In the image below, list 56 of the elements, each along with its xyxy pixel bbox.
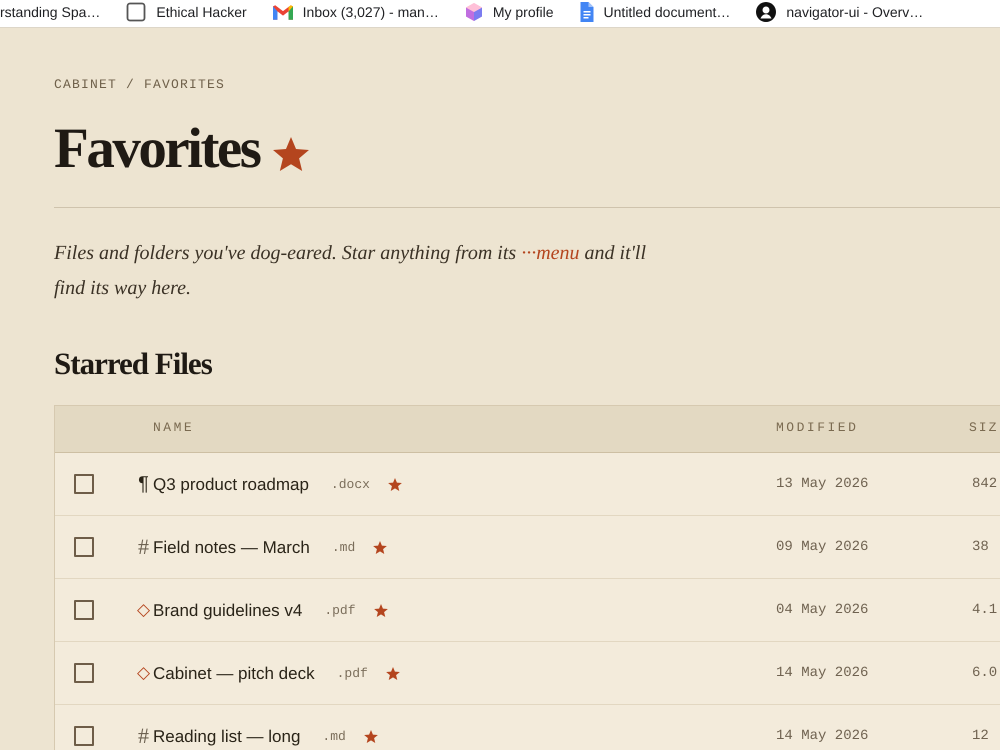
modified-date: 13 May 2026	[776, 477, 870, 491]
breadcrumb-link[interactable]: CABINET	[54, 78, 118, 91]
menu-link[interactable]: ···menu	[521, 242, 580, 264]
file-name[interactable]: Reading list — long	[153, 728, 300, 744]
cube-icon[interactable]	[464, 3, 483, 21]
file-size: 4.1	[972, 603, 998, 617]
star-icon[interactable]	[374, 604, 388, 616]
star-icon[interactable]	[386, 666, 400, 680]
square-icon[interactable]	[126, 2, 146, 22]
file-extension: .pdf	[324, 604, 356, 616]
star-icon[interactable]	[388, 478, 402, 490]
file-type-icon: ◇	[136, 602, 150, 618]
file-size: 38	[972, 540, 989, 554]
file-type-icon: #	[138, 536, 149, 558]
modified-date: 14 May 2026	[776, 729, 870, 743]
bookmark-link[interactable]: Ethical Hacker	[156, 5, 247, 19]
file-extension: .pdf	[336, 666, 368, 680]
bookmark-link[interactable]: rstanding Spa…	[0, 5, 100, 19]
section-heading: Starred Files	[54, 348, 212, 379]
modified-date: 14 May 2026	[776, 666, 870, 680]
file-size: 6.0	[972, 666, 998, 680]
bookmark-link[interactable]: My profile	[492, 5, 554, 19]
modified-date: 04 May 2026	[776, 603, 870, 617]
checkbox[interactable]	[74, 600, 94, 620]
document-icon[interactable]	[580, 2, 594, 22]
bookmark-link[interactable]: navigator-ui - Overv…	[786, 5, 924, 19]
bookmark-link[interactable]: Inbox (3,027) - man…	[302, 5, 439, 19]
column-header[interactable]: SIZ	[969, 421, 998, 434]
file-type-icon: ◇	[136, 664, 150, 682]
checkbox[interactable]	[74, 663, 94, 683]
file-type-icon: #	[138, 725, 149, 747]
file-size: 12	[972, 729, 989, 743]
avatar-icon[interactable]	[756, 2, 776, 22]
file-name[interactable]: Q3 product roadmap	[153, 476, 309, 492]
column-header[interactable]: NAME	[153, 421, 194, 434]
file-extension: .md	[332, 540, 356, 554]
star-icon[interactable]	[364, 730, 378, 742]
page-title: Favorites	[54, 120, 260, 177]
breadcrumb-current: FAVORITES	[144, 78, 226, 91]
file-name[interactable]: Brand guidelines v4	[153, 602, 302, 618]
file-name[interactable]: Cabinet — pitch deck	[153, 664, 315, 682]
modified-date: 09 May 2026	[776, 540, 870, 554]
file-extension: .docx	[330, 478, 370, 490]
checkbox[interactable]	[74, 726, 94, 746]
mail-icon[interactable]	[272, 4, 293, 20]
checkbox[interactable]	[74, 537, 94, 557]
checkbox[interactable]	[74, 474, 94, 494]
bookmark-link[interactable]: Untitled document…	[604, 5, 730, 19]
file-extension: .md	[322, 730, 346, 742]
file-size: 842	[972, 477, 998, 491]
description-text: Files and folders you've dog-eared. Star anything from its ···menu and it'll find its way here.	[54, 241, 648, 301]
file-name[interactable]: Field notes — March	[153, 538, 310, 556]
breadcrumb-separator: /	[126, 78, 136, 91]
file-type-icon: ¶	[138, 474, 149, 494]
star-icon[interactable]	[373, 540, 388, 554]
column-header[interactable]: MODIFIED	[776, 421, 858, 434]
